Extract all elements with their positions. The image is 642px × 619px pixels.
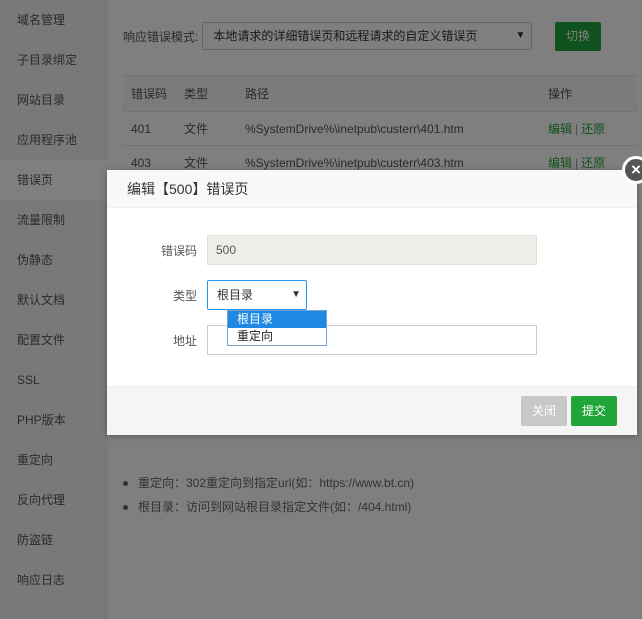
error-code-row: 错误码 500 bbox=[107, 235, 537, 265]
error-code-field: 500 bbox=[207, 235, 537, 265]
close-icon[interactable]: × bbox=[622, 156, 642, 184]
type-select-value: 根目录 bbox=[217, 288, 254, 302]
address-label: 地址 bbox=[172, 333, 197, 348]
submit-button[interactable]: 提交 bbox=[571, 396, 617, 426]
type-option-redirect[interactable]: 重定向 bbox=[228, 328, 326, 345]
type-select[interactable]: 根目录 ▼ bbox=[207, 280, 307, 310]
type-label: 类型 bbox=[172, 288, 197, 303]
type-row: 类型 根目录 ▼ bbox=[107, 280, 307, 310]
type-option-root-dir[interactable]: 根目录 bbox=[228, 311, 326, 328]
edit-error-page-dialog: 编辑【500】错误页 × 错误码 500 类型 根目录 ▼ 地址 根目录 重定向… bbox=[107, 156, 642, 435]
dialog-title: 编辑【500】错误页 bbox=[107, 170, 637, 208]
dialog-footer: 关闭 提交 bbox=[107, 386, 637, 435]
chevron-down-icon: ▼ bbox=[291, 289, 301, 300]
close-button[interactable]: 关闭 bbox=[521, 396, 567, 426]
error-code-label: 错误码 bbox=[160, 243, 197, 258]
type-dropdown-list: 根目录 重定向 bbox=[227, 310, 327, 346]
